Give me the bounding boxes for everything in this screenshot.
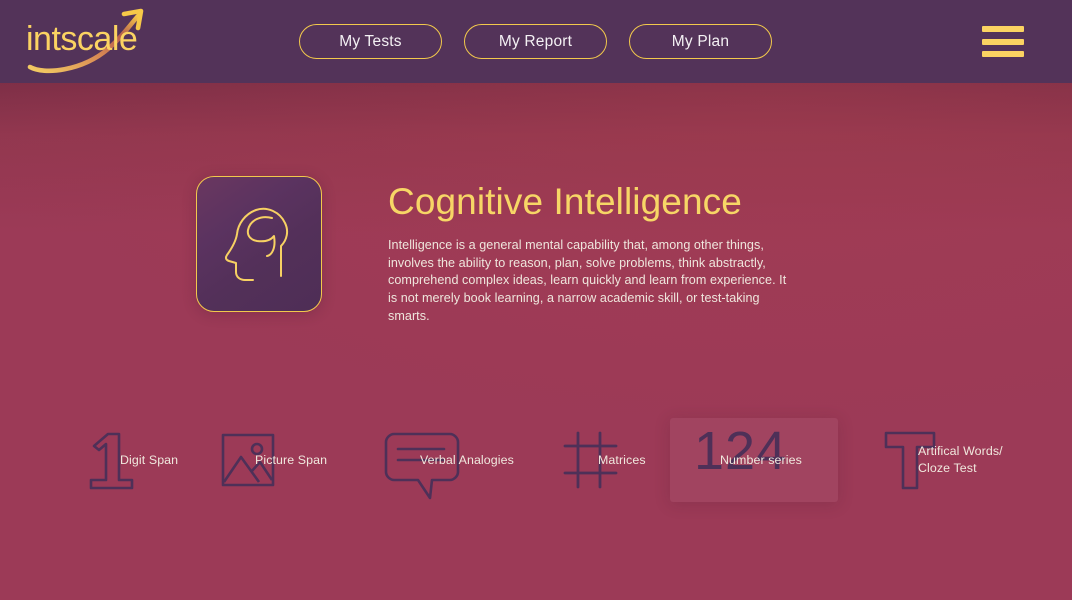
test-item-picture-span[interactable]: Picture Span [205,418,355,502]
test-item-number-series[interactable]: 124 Number series [670,418,838,502]
test-item-artifical-words-cloze-test[interactable]: Artifical Words/ Cloze Test [868,418,1038,502]
head-brain-icon [217,198,301,290]
cognitive-icon-card [196,176,322,312]
page-title: Cognitive Intelligence [388,181,742,222]
test-list: Digit Span Picture Span Verbal Analogies… [0,418,1072,502]
nav-button-my-plan[interactable]: My Plan [629,24,772,59]
site-header: intscale My Tests My Report My Plan [0,0,1072,83]
test-label: Verbal Analogies [420,452,514,467]
test-item-matrices[interactable]: Matrices [548,418,688,502]
svg-text:intscale: intscale [26,20,137,58]
hamburger-menu-icon[interactable] [982,26,1024,57]
test-label: Digit Span [120,452,179,467]
test-label: Number series [720,452,802,467]
hamburger-bar-3 [982,51,1024,57]
page-background: intscale My Tests My Report My Plan Cogn… [0,0,1072,600]
test-label: Matrices [598,452,646,467]
hamburger-bar-1 [982,26,1024,32]
nav-button-my-report[interactable]: My Report [464,24,607,59]
nav-button-my-tests[interactable]: My Tests [299,24,442,59]
test-label: Artifical Words/ Cloze Test [918,444,1003,475]
test-item-digit-span[interactable]: Digit Span [70,418,220,502]
test-item-verbal-analogies[interactable]: Verbal Analogies [370,418,530,502]
main-nav: My Tests My Report My Plan [299,24,772,59]
hamburger-bar-2 [982,38,1024,45]
hero-description: Intelligence is a general mental capabil… [388,237,787,324]
hero-text-block: Cognitive Intelligence Intelligence is a… [388,181,808,326]
brand-logo[interactable]: intscale [24,5,164,77]
test-label: Picture Span [255,452,328,467]
